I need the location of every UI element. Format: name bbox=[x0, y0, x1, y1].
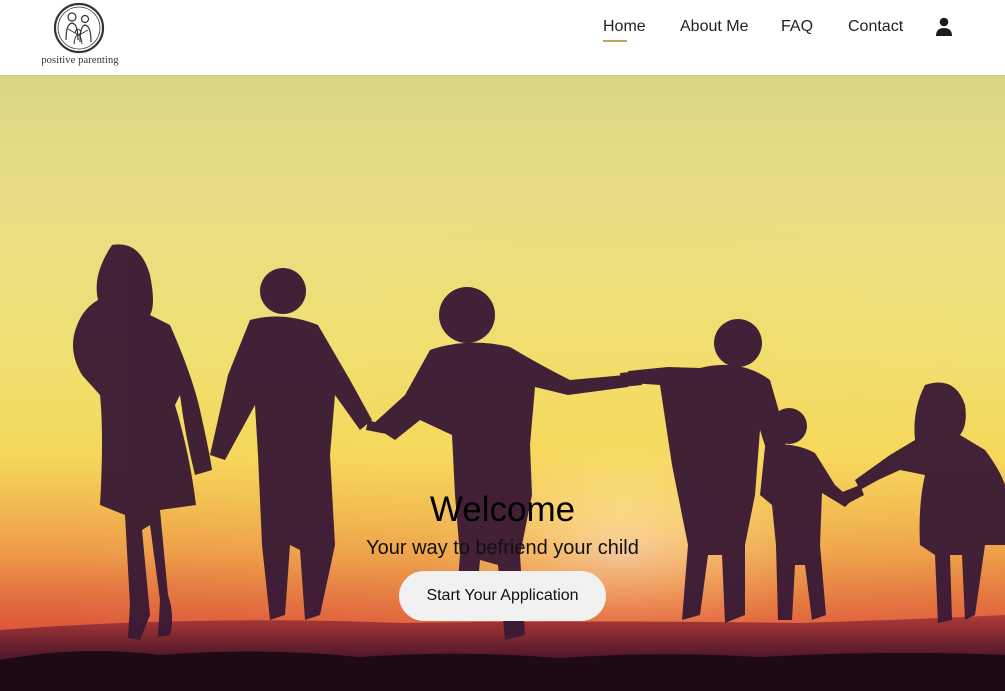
nav-about-me[interactable]: About Me bbox=[680, 18, 748, 36]
hero-title: Welcome bbox=[429, 490, 576, 529]
site-header: positive parenting Home About Me FAQ Con… bbox=[0, 0, 1005, 75]
page: positive parenting Home About Me FAQ Con… bbox=[0, 0, 1005, 691]
logo-text: positive parenting bbox=[41, 55, 119, 66]
hero-content: Welcome Your way to befriend your child … bbox=[0, 490, 1005, 621]
nav-home[interactable]: Home bbox=[603, 18, 646, 36]
user-icon[interactable] bbox=[935, 17, 953, 37]
nav-contact[interactable]: Contact bbox=[848, 18, 903, 36]
hero-section: Welcome Your way to befriend your child … bbox=[0, 75, 1005, 691]
family-emblem-icon bbox=[53, 2, 105, 54]
logo[interactable]: positive parenting bbox=[34, 2, 126, 70]
start-application-button[interactable]: Start Your Application bbox=[399, 571, 606, 621]
main-nav: Home About Me FAQ Contact bbox=[585, 0, 1005, 56]
nav-active-indicator bbox=[603, 40, 627, 42]
nav-faq[interactable]: FAQ bbox=[781, 18, 813, 36]
hero-subtitle: Your way to befriend your child bbox=[366, 537, 639, 559]
